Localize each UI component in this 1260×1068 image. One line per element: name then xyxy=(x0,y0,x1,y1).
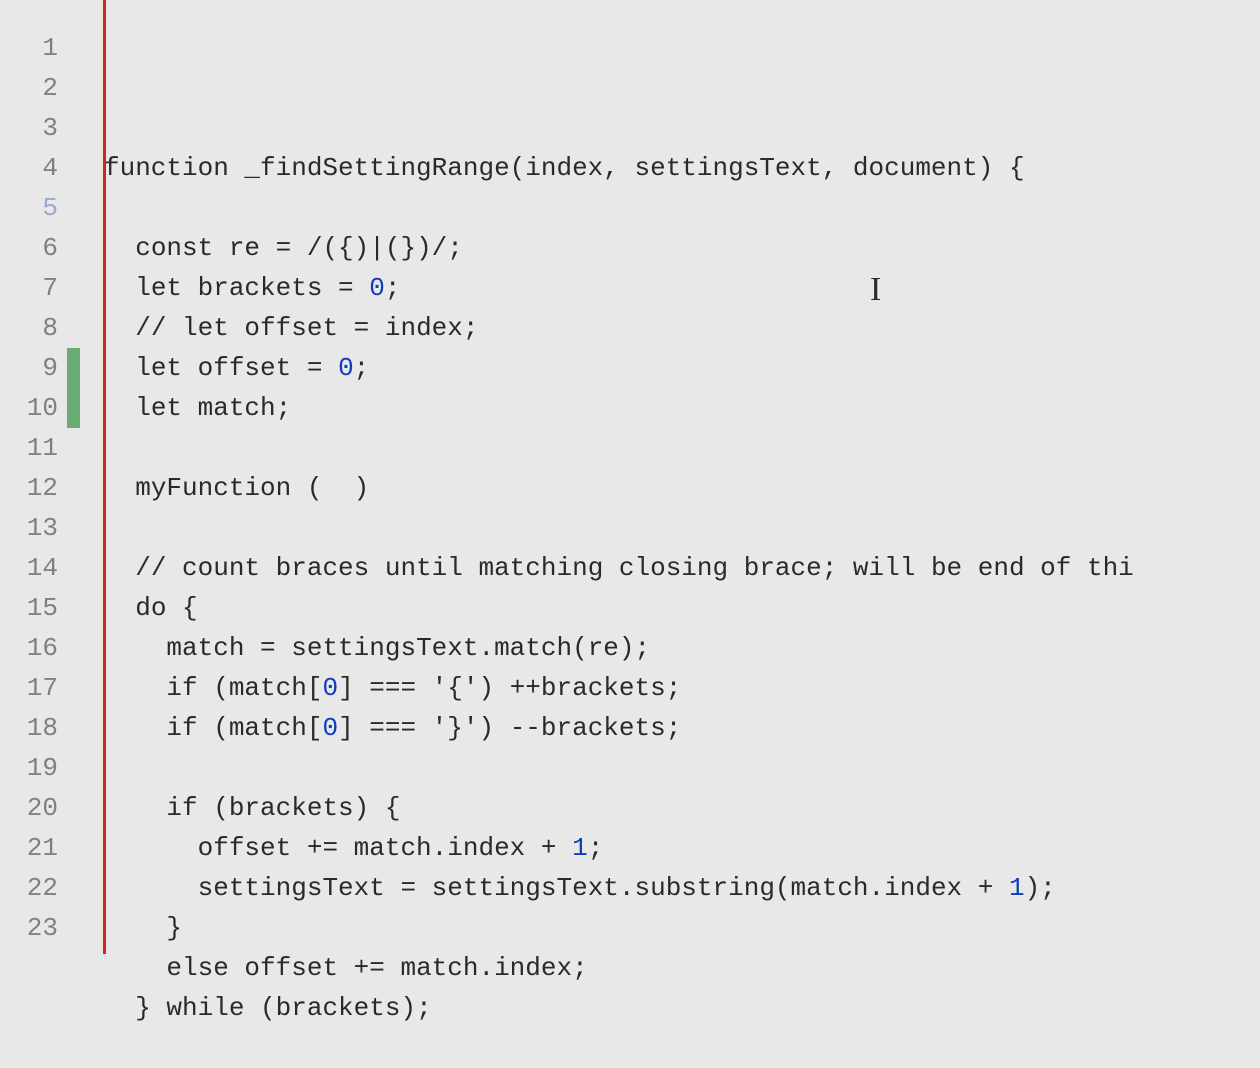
line-number: 3 xyxy=(0,108,80,148)
code-line[interactable]: settingsText = settingsText.substring(ma… xyxy=(80,868,1260,908)
code-line[interactable]: const re = /({)|(})/; xyxy=(80,228,1260,268)
code-line[interactable]: } xyxy=(80,908,1260,948)
code-line[interactable] xyxy=(80,1028,1260,1068)
code-line[interactable]: if (match[0] === '}') --brackets; xyxy=(80,708,1260,748)
code-line[interactable]: do { xyxy=(80,588,1260,628)
diff-added-marker xyxy=(67,348,80,428)
code-line[interactable]: // let offset = index; xyxy=(80,308,1260,348)
line-number: 19 xyxy=(0,748,80,788)
code-line[interactable] xyxy=(80,428,1260,468)
code-line[interactable]: else offset += match.index; xyxy=(80,948,1260,988)
code-line[interactable]: myFunction ( ) xyxy=(80,468,1260,508)
line-number: 8 xyxy=(0,308,80,348)
line-number-gutter: 1234567891011121314151617181920212223 xyxy=(0,0,80,954)
code-line[interactable]: let offset = 0; xyxy=(80,348,1260,388)
code-line[interactable]: offset += match.index + 1; xyxy=(80,828,1260,868)
line-number: 1 xyxy=(0,28,80,68)
line-number: 23 xyxy=(0,908,80,948)
code-line[interactable]: if (match[0] === '{') ++brackets; xyxy=(80,668,1260,708)
line-number: 22 xyxy=(0,868,80,908)
line-number: 12 xyxy=(0,468,80,508)
line-number: 21 xyxy=(0,828,80,868)
code-area[interactable]: function _findSettingRange(index, settin… xyxy=(80,0,1260,954)
margin-ruler xyxy=(103,0,106,954)
line-number: 16 xyxy=(0,628,80,668)
code-line[interactable]: function _findSettingRange(index, settin… xyxy=(80,148,1260,188)
code-line[interactable]: if (brackets) { xyxy=(80,788,1260,828)
line-number: 2 xyxy=(0,68,80,108)
line-number: 20 xyxy=(0,788,80,828)
line-number: 17 xyxy=(0,668,80,708)
code-line[interactable]: let brackets = 0; xyxy=(80,268,1260,308)
code-line[interactable] xyxy=(80,188,1260,228)
code-line[interactable] xyxy=(80,748,1260,788)
line-number: 11 xyxy=(0,428,80,468)
line-number: 5 xyxy=(0,188,80,228)
code-line[interactable]: let match; xyxy=(80,388,1260,428)
code-line[interactable] xyxy=(80,508,1260,548)
line-number: 7 xyxy=(0,268,80,308)
line-number: 4 xyxy=(0,148,80,188)
code-line[interactable]: match = settingsText.match(re); xyxy=(80,628,1260,668)
line-number: 18 xyxy=(0,708,80,748)
line-number: 15 xyxy=(0,588,80,628)
line-number: 13 xyxy=(0,508,80,548)
code-line[interactable]: // count braces until matching closing b… xyxy=(80,548,1260,588)
code-line[interactable]: } while (brackets); xyxy=(80,988,1260,1028)
line-number: 6 xyxy=(0,228,80,268)
code-editor[interactable]: 1234567891011121314151617181920212223 fu… xyxy=(0,0,1260,954)
line-number: 14 xyxy=(0,548,80,588)
